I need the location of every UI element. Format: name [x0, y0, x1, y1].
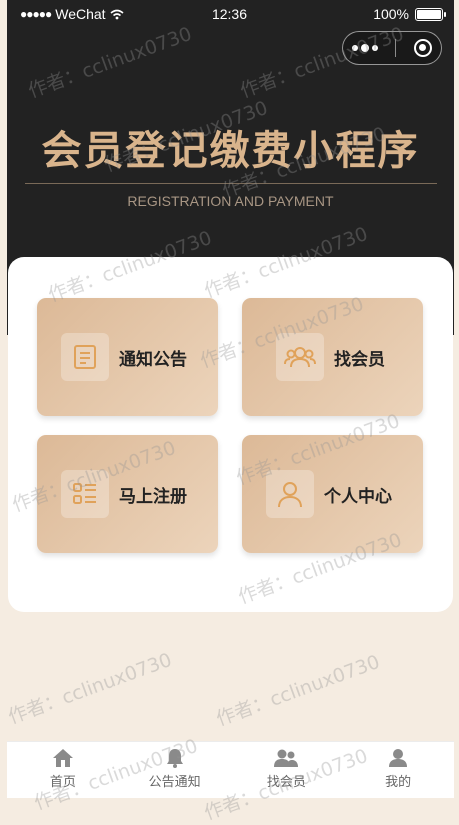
capsule-divider	[395, 39, 397, 57]
group-icon	[274, 749, 299, 767]
user-icon	[389, 749, 408, 767]
notice-icon	[61, 333, 109, 381]
menu-card-label: 找会员	[334, 349, 385, 370]
page-title: 会员登记缴费小程序	[41, 128, 420, 174]
profile-icon	[266, 470, 314, 518]
app-screen: 会员登记缴费小程序 REGISTRATION AND PAYMENT 通知公告	[7, 0, 454, 798]
page-subtitle: REGISTRATION AND PAYMENT	[127, 193, 334, 209]
menu-card-label: 个人中心	[324, 486, 392, 507]
tab-label: 我的	[385, 775, 412, 790]
battery-icon	[415, 7, 446, 21]
status-bar: ●●●●● WeChat 12:36 100%	[0, 0, 459, 30]
register-icon	[61, 470, 109, 518]
battery-percent: 100%	[373, 6, 409, 22]
tab-notice[interactable]: 公告通知	[119, 742, 231, 798]
home-icon	[52, 749, 73, 767]
menu-panel: 通知公告 找会员 马上注册 个人中心	[8, 257, 453, 612]
tab-home[interactable]: 首页	[7, 742, 119, 798]
menu-card-find-members[interactable]: 找会员	[242, 298, 423, 416]
close-miniprogram-icon[interactable]	[414, 39, 433, 57]
tab-label: 公告通知	[148, 775, 201, 790]
menu-card-label: 马上注册	[119, 486, 187, 507]
miniprogram-capsule	[342, 31, 442, 65]
menu-card-register[interactable]: 马上注册	[37, 435, 218, 553]
more-options-icon[interactable]	[351, 43, 378, 52]
tab-find-members[interactable]: 找会员	[231, 742, 343, 798]
menu-card-label: 通知公告	[119, 349, 187, 370]
menu-card-notice[interactable]: 通知公告	[37, 298, 218, 416]
title-divider	[25, 183, 437, 184]
bell-icon	[166, 749, 183, 768]
members-icon	[276, 333, 324, 381]
tab-label: 首页	[49, 775, 76, 790]
tab-mine[interactable]: 我的	[342, 742, 454, 798]
tab-label: 找会员	[266, 775, 306, 790]
menu-card-profile[interactable]: 个人中心	[242, 435, 423, 553]
bottom-tab-bar: 首页 公告通知 找会员 我的	[7, 741, 454, 798]
